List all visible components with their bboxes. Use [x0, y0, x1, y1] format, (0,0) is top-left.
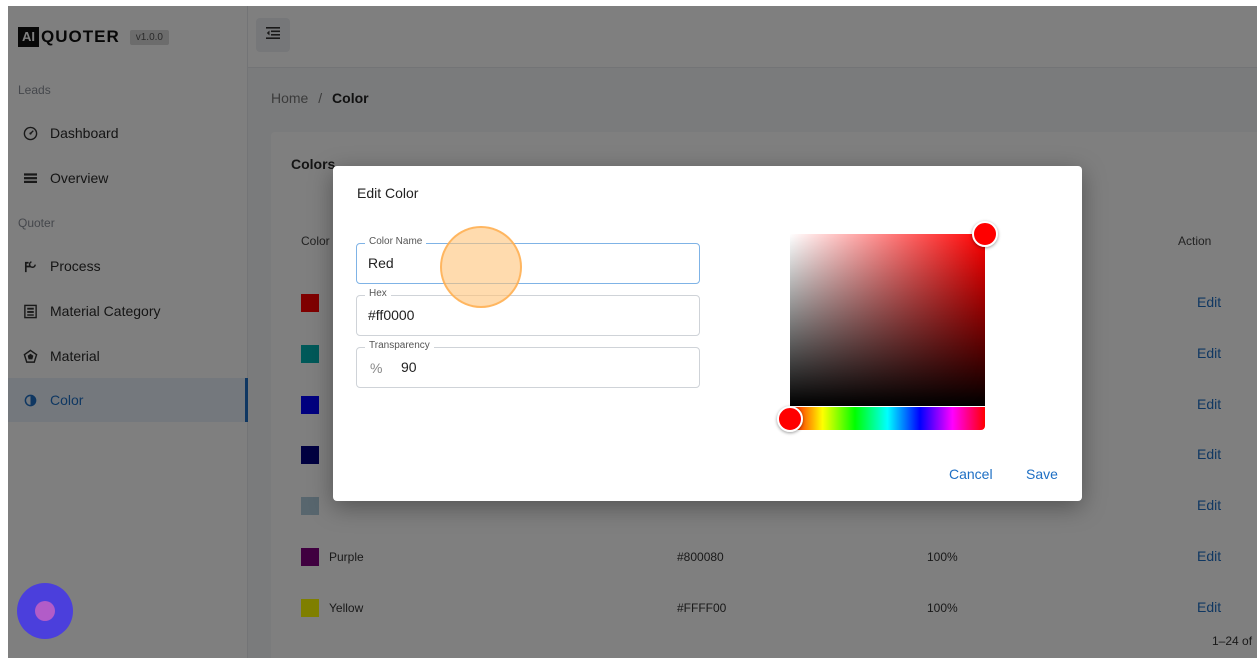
hex-input[interactable]	[368, 307, 668, 323]
save-button[interactable]: Save	[1026, 466, 1058, 482]
saturation-area[interactable]	[790, 234, 985, 406]
transparency-field[interactable]: Transparency %	[356, 340, 701, 388]
cancel-button[interactable]: Cancel	[949, 466, 993, 482]
color-name-field[interactable]: Color Name	[356, 236, 700, 284]
hex-field[interactable]: Hex	[356, 288, 700, 336]
app-window: AI QUOTER v1.0.0 Leads Dashboard Overvie…	[8, 6, 1257, 658]
saturation-handle[interactable]	[972, 221, 998, 247]
transparency-label: Transparency	[365, 340, 434, 351]
color-name-label: Color Name	[365, 236, 427, 247]
hue-slider[interactable]	[790, 407, 985, 430]
hex-label: Hex	[365, 288, 391, 299]
tap-indicator	[440, 226, 522, 308]
transparency-input[interactable]	[401, 359, 701, 375]
color-picker	[777, 221, 998, 432]
hue-handle[interactable]	[777, 406, 803, 432]
edit-color-dialog: Edit Color Color Name Hex Transparency %…	[333, 166, 1082, 501]
dialog-title: Edit Color	[357, 185, 419, 201]
floating-action-button[interactable]	[17, 583, 73, 639]
record-icon	[35, 601, 55, 621]
percent-prefix: %	[370, 360, 383, 376]
